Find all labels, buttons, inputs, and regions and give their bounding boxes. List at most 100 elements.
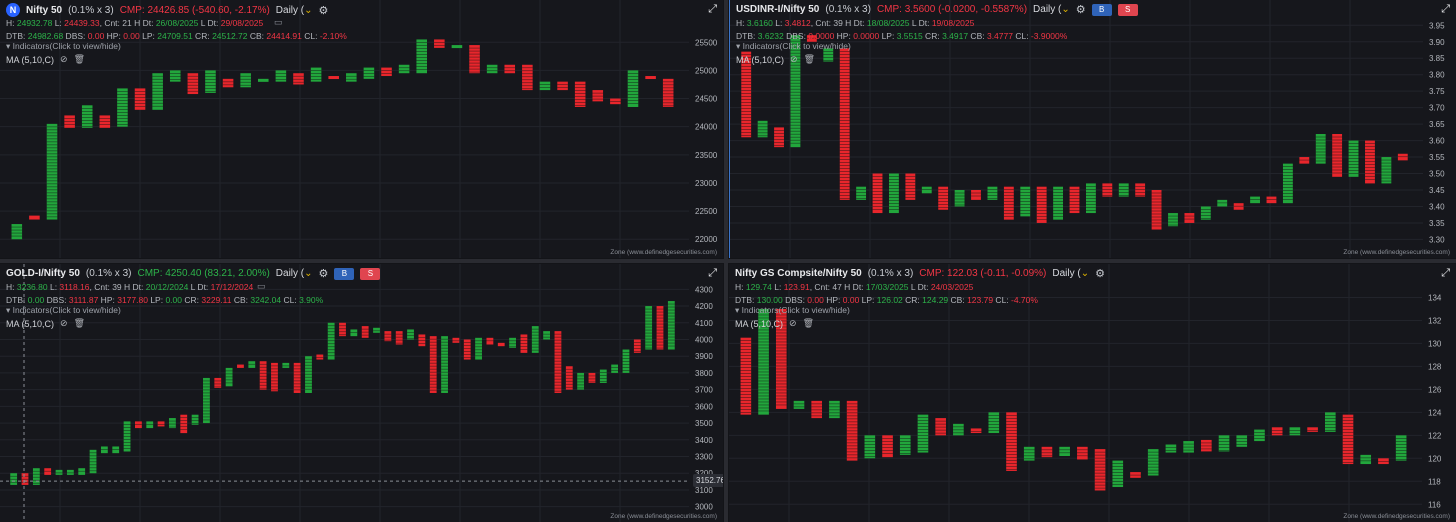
buy-button[interactable]: B: [1091, 3, 1112, 16]
ma-indicator[interactable]: MA (5,10,C) ⊘ 🗑: [735, 318, 814, 329]
pane-divider-vertical[interactable]: [724, 0, 728, 522]
indicators-toggle[interactable]: ▾ Indicators(Click to view/hide): [736, 41, 851, 52]
symbol-name[interactable]: GOLD-I/Nifty 50: [6, 268, 80, 279]
renko-brick-down: [434, 39, 445, 48]
symbol-name[interactable]: Nifty 50: [26, 5, 62, 16]
indicators-toggle[interactable]: ▾ Indicators(Click to view/hide): [6, 305, 121, 316]
expand-icon[interactable]: ⤢: [708, 3, 717, 16]
renko-brick-up: [10, 473, 18, 485]
stat-text: DTB:: [735, 295, 757, 305]
stat-text: HP:: [823, 295, 843, 305]
pane-divider-horizontal[interactable]: [0, 259, 1456, 263]
indicators-toggle[interactable]: ▾ Indicators(Click to view/hide): [735, 305, 850, 316]
renko-brick-down: [872, 173, 883, 214]
stat-text: LP:: [139, 31, 158, 41]
ma-indicator[interactable]: MA (5,10,C) ⊘ 🗑: [6, 54, 85, 65]
renko-brick-down: [452, 337, 460, 343]
timeframe-select[interactable]: Daily (⌄: [1052, 268, 1089, 279]
renko-brick-up: [205, 70, 216, 93]
stats-line-1: H: 3236.80 L: 3118.16, Cnt: 39 H Dt: 20/…: [6, 282, 253, 292]
renko-brick-up: [1168, 213, 1178, 227]
chart-pane-usdinr[interactable]: 3.30 3.35 3.40 3.45 3.50 3.55 3.60 3.65 3.70 3.75…: [729, 0, 1456, 258]
stat-text: 3.90%: [299, 295, 324, 305]
renko-brick-down: [1102, 183, 1113, 197]
ma-indicator[interactable]: MA (5,10,C) ⊘ 🗑: [736, 54, 815, 65]
renko-brick-up: [921, 186, 932, 194]
timeframe-select[interactable]: Daily (⌄: [1033, 4, 1070, 15]
stat-text: L:: [772, 18, 785, 28]
timeframe-select[interactable]: Daily (⌄: [276, 268, 313, 279]
expand-icon[interactable]: ⤢: [708, 267, 717, 280]
renko-brick-down: [633, 339, 641, 353]
trash-icon[interactable]: 🗑: [74, 318, 85, 329]
renko-brick-down: [29, 215, 40, 220]
renko-brick-down: [384, 331, 392, 342]
gear-icon[interactable]: ⚙: [319, 267, 329, 280]
cmp-readout: CMP: 3.5600 (-0.0200, -0.5587%): [876, 4, 1028, 15]
chat-icon[interactable]: ▭: [274, 17, 283, 28]
expand-icon[interactable]: ⤢: [1441, 267, 1450, 280]
buy-button[interactable]: B: [334, 267, 355, 280]
stat-text: 3.5515: [896, 31, 923, 41]
chat-icon[interactable]: ▭: [257, 281, 266, 292]
sell-button[interactable]: S: [1117, 3, 1138, 16]
gear-icon[interactable]: ⚙: [1076, 3, 1086, 16]
renko-brick-up: [1059, 446, 1070, 457]
y-tick-label: 22000: [695, 235, 718, 244]
renko-brick-up: [864, 435, 876, 459]
renko-brick-down: [522, 64, 533, 91]
eye-off-icon[interactable]: ⊘: [789, 318, 797, 329]
y-tick-label: 122: [1428, 431, 1442, 440]
renko-brick-up: [627, 70, 639, 107]
trash-icon[interactable]: 🗑: [803, 318, 814, 329]
renko-brick-down: [839, 48, 850, 200]
stat-text: 3229.11: [201, 295, 232, 305]
stat-text: CR:: [902, 295, 923, 305]
renko-brick-down: [1041, 446, 1053, 458]
renko-brick-up: [889, 173, 899, 214]
stat-text: 0.00: [165, 295, 182, 305]
timeframe-select[interactable]: Daily (⌄: [276, 5, 313, 16]
chart-pane-nifty50[interactable]: 22000 22500 23000 23500 24000 24500 25000 25500…: [0, 0, 723, 258]
y-tick-label: 25000: [695, 66, 718, 75]
chart-pane-gs-composite[interactable]: 116 118 120 122 124 126 128 130 132 134 Nifty GS …: [729, 264, 1456, 522]
sell-button[interactable]: S: [360, 267, 381, 280]
renko-brick-up: [305, 356, 312, 393]
eye-off-icon[interactable]: ⊘: [790, 54, 798, 65]
chart-pane-gold[interactable]: 3000310032003300340035003600370038003900…: [0, 264, 723, 522]
renko-brick-down: [237, 364, 244, 368]
stat-text: -4.70%: [1011, 295, 1038, 305]
y-tick-label: 3700: [695, 386, 713, 395]
gear-icon[interactable]: ⚙: [319, 4, 329, 17]
renko-brick-up: [203, 377, 210, 424]
expand-icon[interactable]: ⤢: [1441, 3, 1450, 16]
eye-off-icon[interactable]: ⊘: [60, 54, 68, 65]
renko-brick-down: [429, 336, 437, 393]
stat-text: , Cnt: 47 H Dt:: [809, 282, 866, 292]
indicators-toggle[interactable]: ▾ Indicators(Click to view/hide): [6, 41, 121, 52]
symbol-name[interactable]: Nifty GS Compsite/Nifty 50: [735, 268, 862, 279]
renko-brick-up: [829, 400, 840, 419]
renko-brick-down: [520, 334, 528, 353]
ma-indicator[interactable]: MA (5,10,C) ⊘ 🗑: [6, 318, 85, 329]
renko-brick-up: [407, 329, 414, 340]
stat-text: HP:: [98, 295, 118, 305]
stats-line-1: H: 3.6160 L: 3.4812, Cnt: 39 H Dt: 18/08…: [736, 18, 974, 28]
eye-off-icon[interactable]: ⊘: [60, 318, 68, 329]
stat-text: 0.00: [807, 295, 824, 305]
renko-brick-down: [1135, 183, 1146, 197]
trash-icon[interactable]: 🗑: [804, 54, 815, 65]
renko-brick-down: [395, 331, 403, 345]
ma-label: MA (5,10,C): [6, 54, 55, 65]
gear-icon[interactable]: ⚙: [1095, 267, 1105, 280]
renko-brick-down: [339, 322, 346, 337]
renko-brick-up: [100, 446, 108, 454]
renko-brick-up: [645, 306, 653, 350]
trash-icon[interactable]: 🗑: [74, 54, 85, 65]
renko-brick-down: [662, 78, 674, 107]
renko-brick-up: [1053, 186, 1064, 220]
y-tick-label: 3.95: [1429, 21, 1445, 30]
renko-brick-up: [622, 349, 630, 373]
symbol-name[interactable]: USDINR-I/Nifty 50: [736, 4, 819, 15]
renko-brick-down: [1299, 157, 1310, 164]
